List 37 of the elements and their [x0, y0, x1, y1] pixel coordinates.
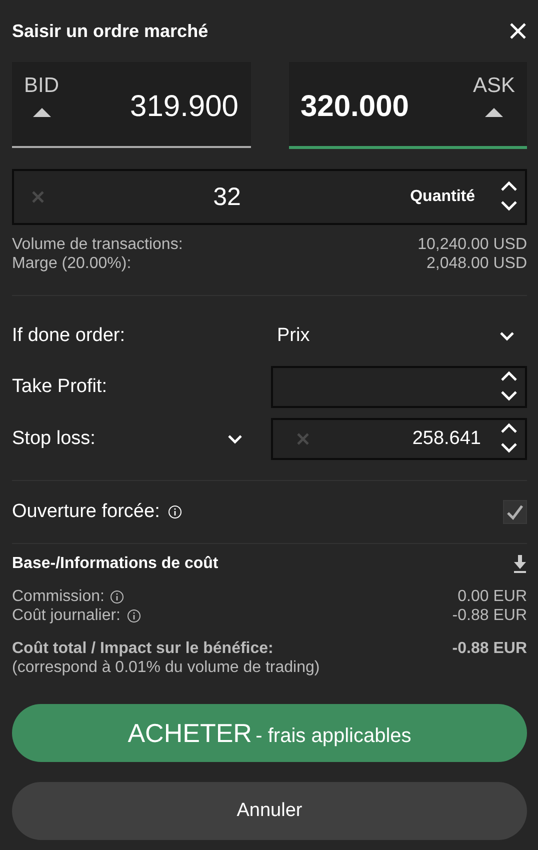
bid-price-tile[interactable]: BID 319.900	[12, 62, 250, 148]
total-value: -0.88 EUR	[452, 639, 527, 658]
price-label: BID	[24, 74, 60, 98]
cancel-button[interactable]: Annuler	[12, 782, 527, 840]
cost-value: 0.00 EUR	[458, 587, 527, 606]
summary-label: Volume de transactions:	[12, 235, 183, 254]
close-icon[interactable]	[509, 22, 527, 40]
ask-price-tile[interactable]: 320.000 ASK	[288, 62, 527, 149]
field-label: If done order:	[12, 325, 126, 347]
stop-loss-field[interactable]: 258.641	[271, 418, 527, 460]
field-label: Ouverture forcée:	[12, 501, 160, 523]
price-value: 320.000	[300, 90, 409, 124]
buy-button[interactable]: ACHETER- frais applicables	[12, 704, 527, 762]
total-label: Coût total / Impact sur le bénéfice:	[12, 639, 274, 658]
dialog-title: Saisir un ordre marché	[12, 20, 208, 42]
info-icon[interactable]	[110, 590, 124, 604]
up-arrow-icon	[32, 108, 50, 117]
summary-label: Marge (20.00%):	[12, 254, 132, 273]
take-profit-field[interactable]	[271, 366, 527, 408]
total-note: (correspond à 0.01% du volume de trading)	[12, 658, 320, 677]
price-value: 319.900	[130, 90, 238, 124]
download-icon[interactable]	[513, 554, 527, 574]
info-icon[interactable]	[126, 608, 140, 622]
quantity-field[interactable]: 32 Quantité	[12, 169, 527, 225]
cost-value: -0.88 EUR	[452, 606, 527, 625]
chevron-down-icon[interactable]	[227, 434, 243, 444]
summary-value: 10,240.00 USD	[418, 235, 527, 254]
up-arrow-icon	[484, 108, 503, 117]
field-label: Take Profit:	[12, 376, 108, 398]
cost-label: Coût journalier:	[12, 606, 120, 625]
cost-label: Commission:	[12, 587, 104, 606]
section-title: Base-/Informations de coût	[12, 555, 218, 573]
order-type-dropdown[interactable]: Prix	[271, 316, 527, 356]
stop-loss-dropdown[interactable]: Stop loss:	[12, 428, 96, 450]
summary-value: 2,048.00 USD	[426, 254, 527, 273]
chevron-down-icon[interactable]	[499, 331, 515, 341]
price-label: ASK	[472, 74, 515, 98]
